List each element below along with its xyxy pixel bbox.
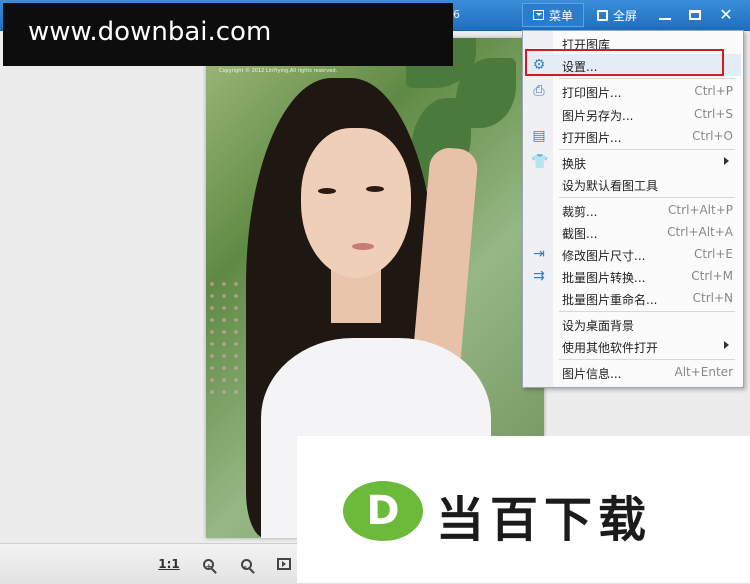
main-menu: 打开图库 ⚙ 设置... ⎙ 打印图片... Ctrl+P 图片另存为... C… xyxy=(522,30,744,388)
menu-item-label: 裁剪... xyxy=(562,205,598,219)
brand-banner: D 当百下载 xyxy=(297,436,750,583)
tshirt-icon: 👕 xyxy=(531,154,549,170)
menu-item-print[interactable]: ⎙ 打印图片... Ctrl+P xyxy=(523,80,741,102)
menu-item-label: 图片另存为... xyxy=(562,109,634,123)
menu-item-set-default[interactable]: 设为默认看图工具 xyxy=(523,173,741,195)
menu-item-shortcut: Ctrl+E xyxy=(694,247,733,261)
menu-item-shortcut: Ctrl+Alt+P xyxy=(668,203,733,217)
minimize-button[interactable] xyxy=(651,3,679,27)
menu-item-label: 修改图片尺寸... xyxy=(562,249,646,263)
maximize-icon xyxy=(689,10,701,20)
menu-button[interactable]: 菜单 xyxy=(522,3,584,27)
menu-item-batch-rename[interactable]: 批量图片重命名... Ctrl+N xyxy=(523,287,741,309)
actual-size-button[interactable]: 1:1 xyxy=(158,554,180,574)
subject-eye xyxy=(318,188,336,194)
maximize-button[interactable] xyxy=(681,3,709,27)
menu-item-shortcut: Alt+Enter xyxy=(674,365,733,379)
menu-item-label: 换肤 xyxy=(562,157,587,171)
folder-open-icon: ▤ xyxy=(532,128,546,144)
menu-separator xyxy=(559,149,735,150)
menu-item-label: 设为默认看图工具 xyxy=(562,179,659,193)
batch-convert-icon: ⇉ xyxy=(533,268,545,284)
printer-icon: ⎙ xyxy=(533,83,545,99)
subject-face xyxy=(301,128,411,278)
title-fragment: 6 xyxy=(453,8,460,21)
photo-copyright: Copyright © 2012 LinYiying,All rights re… xyxy=(219,68,338,74)
menu-separator xyxy=(559,197,735,198)
menu-item-label: 图片信息... xyxy=(562,367,622,381)
menu-item-skin[interactable]: 👕 换肤 xyxy=(523,151,741,173)
fullscreen-button[interactable]: 全屏 xyxy=(587,3,647,27)
minimize-icon xyxy=(659,18,671,20)
zoom-in-button[interactable]: + xyxy=(198,554,218,574)
close-icon: ✕ xyxy=(719,5,733,24)
menu-item-shortcut: Ctrl+Alt+A xyxy=(667,225,733,239)
menu-item-open-with[interactable]: 使用其他软件打开 xyxy=(523,335,741,357)
menu-item-screenshot[interactable]: 截图... Ctrl+Alt+A xyxy=(523,221,741,243)
menu-item-save-as[interactable]: 图片另存为... Ctrl+S xyxy=(523,103,741,125)
fullscreen-icon xyxy=(596,9,608,21)
menu-item-label: 批量图片重命名... xyxy=(562,293,658,307)
menu-item-label: 使用其他软件打开 xyxy=(562,341,659,355)
resize-icon: ⇥ xyxy=(533,246,545,262)
submenu-arrow-icon xyxy=(724,341,733,349)
menu-item-label: 设为桌面背景 xyxy=(562,319,635,333)
menu-item-batch-convert[interactable]: ⇉ 批量图片转换... Ctrl+M xyxy=(523,265,741,287)
watermark-banner: www.downbai.com xyxy=(3,3,453,66)
menu-item-shortcut: Ctrl+M xyxy=(691,269,733,283)
fullscreen-button-label: 全屏 xyxy=(612,8,637,23)
menu-item-set-wallpaper[interactable]: 设为桌面背景 xyxy=(523,313,741,335)
menu-separator xyxy=(559,311,735,312)
menu-item-image-info[interactable]: 图片信息... Alt+Enter xyxy=(523,361,741,383)
menu-item-resize[interactable]: ⇥ 修改图片尺寸... Ctrl+E xyxy=(523,243,741,265)
submenu-arrow-icon xyxy=(724,157,733,165)
menu-item-open-image[interactable]: ▤ 打开图片... Ctrl+O xyxy=(523,125,741,147)
zoom-out-button[interactable]: - xyxy=(236,554,256,574)
menu-item-label: 截图... xyxy=(562,227,598,241)
menu-item-shortcut: Ctrl+O xyxy=(692,129,733,143)
menu-item-label: 打印图片... xyxy=(562,86,622,100)
menu-separator xyxy=(559,359,735,360)
brand-name: 当百下载 xyxy=(436,492,653,548)
zoom-in-icon: + xyxy=(202,558,214,570)
menu-dropdown-icon xyxy=(532,10,544,20)
zoom-out-icon: - xyxy=(240,558,252,570)
menu-item-shortcut: Ctrl+N xyxy=(692,291,733,305)
menu-button-label: 菜单 xyxy=(548,8,573,23)
subject-lips xyxy=(352,243,374,250)
menu-item-crop[interactable]: 裁剪... Ctrl+Alt+P xyxy=(523,199,741,221)
menu-item-label: 打开图片... xyxy=(562,131,622,145)
highlight-annotation-box xyxy=(525,49,724,76)
menu-item-label: 批量图片转换... xyxy=(562,271,646,285)
slideshow-icon xyxy=(277,558,291,570)
slideshow-button[interactable] xyxy=(274,554,294,574)
brand-logo-icon: D xyxy=(343,481,423,541)
menu-item-shortcut: Ctrl+S xyxy=(693,107,733,121)
menu-item-shortcut: Ctrl+P xyxy=(694,84,733,98)
menu-separator xyxy=(559,78,735,79)
close-button[interactable]: ✕ xyxy=(711,3,741,27)
background-flowers xyxy=(206,278,246,398)
subject-eye xyxy=(366,186,384,192)
